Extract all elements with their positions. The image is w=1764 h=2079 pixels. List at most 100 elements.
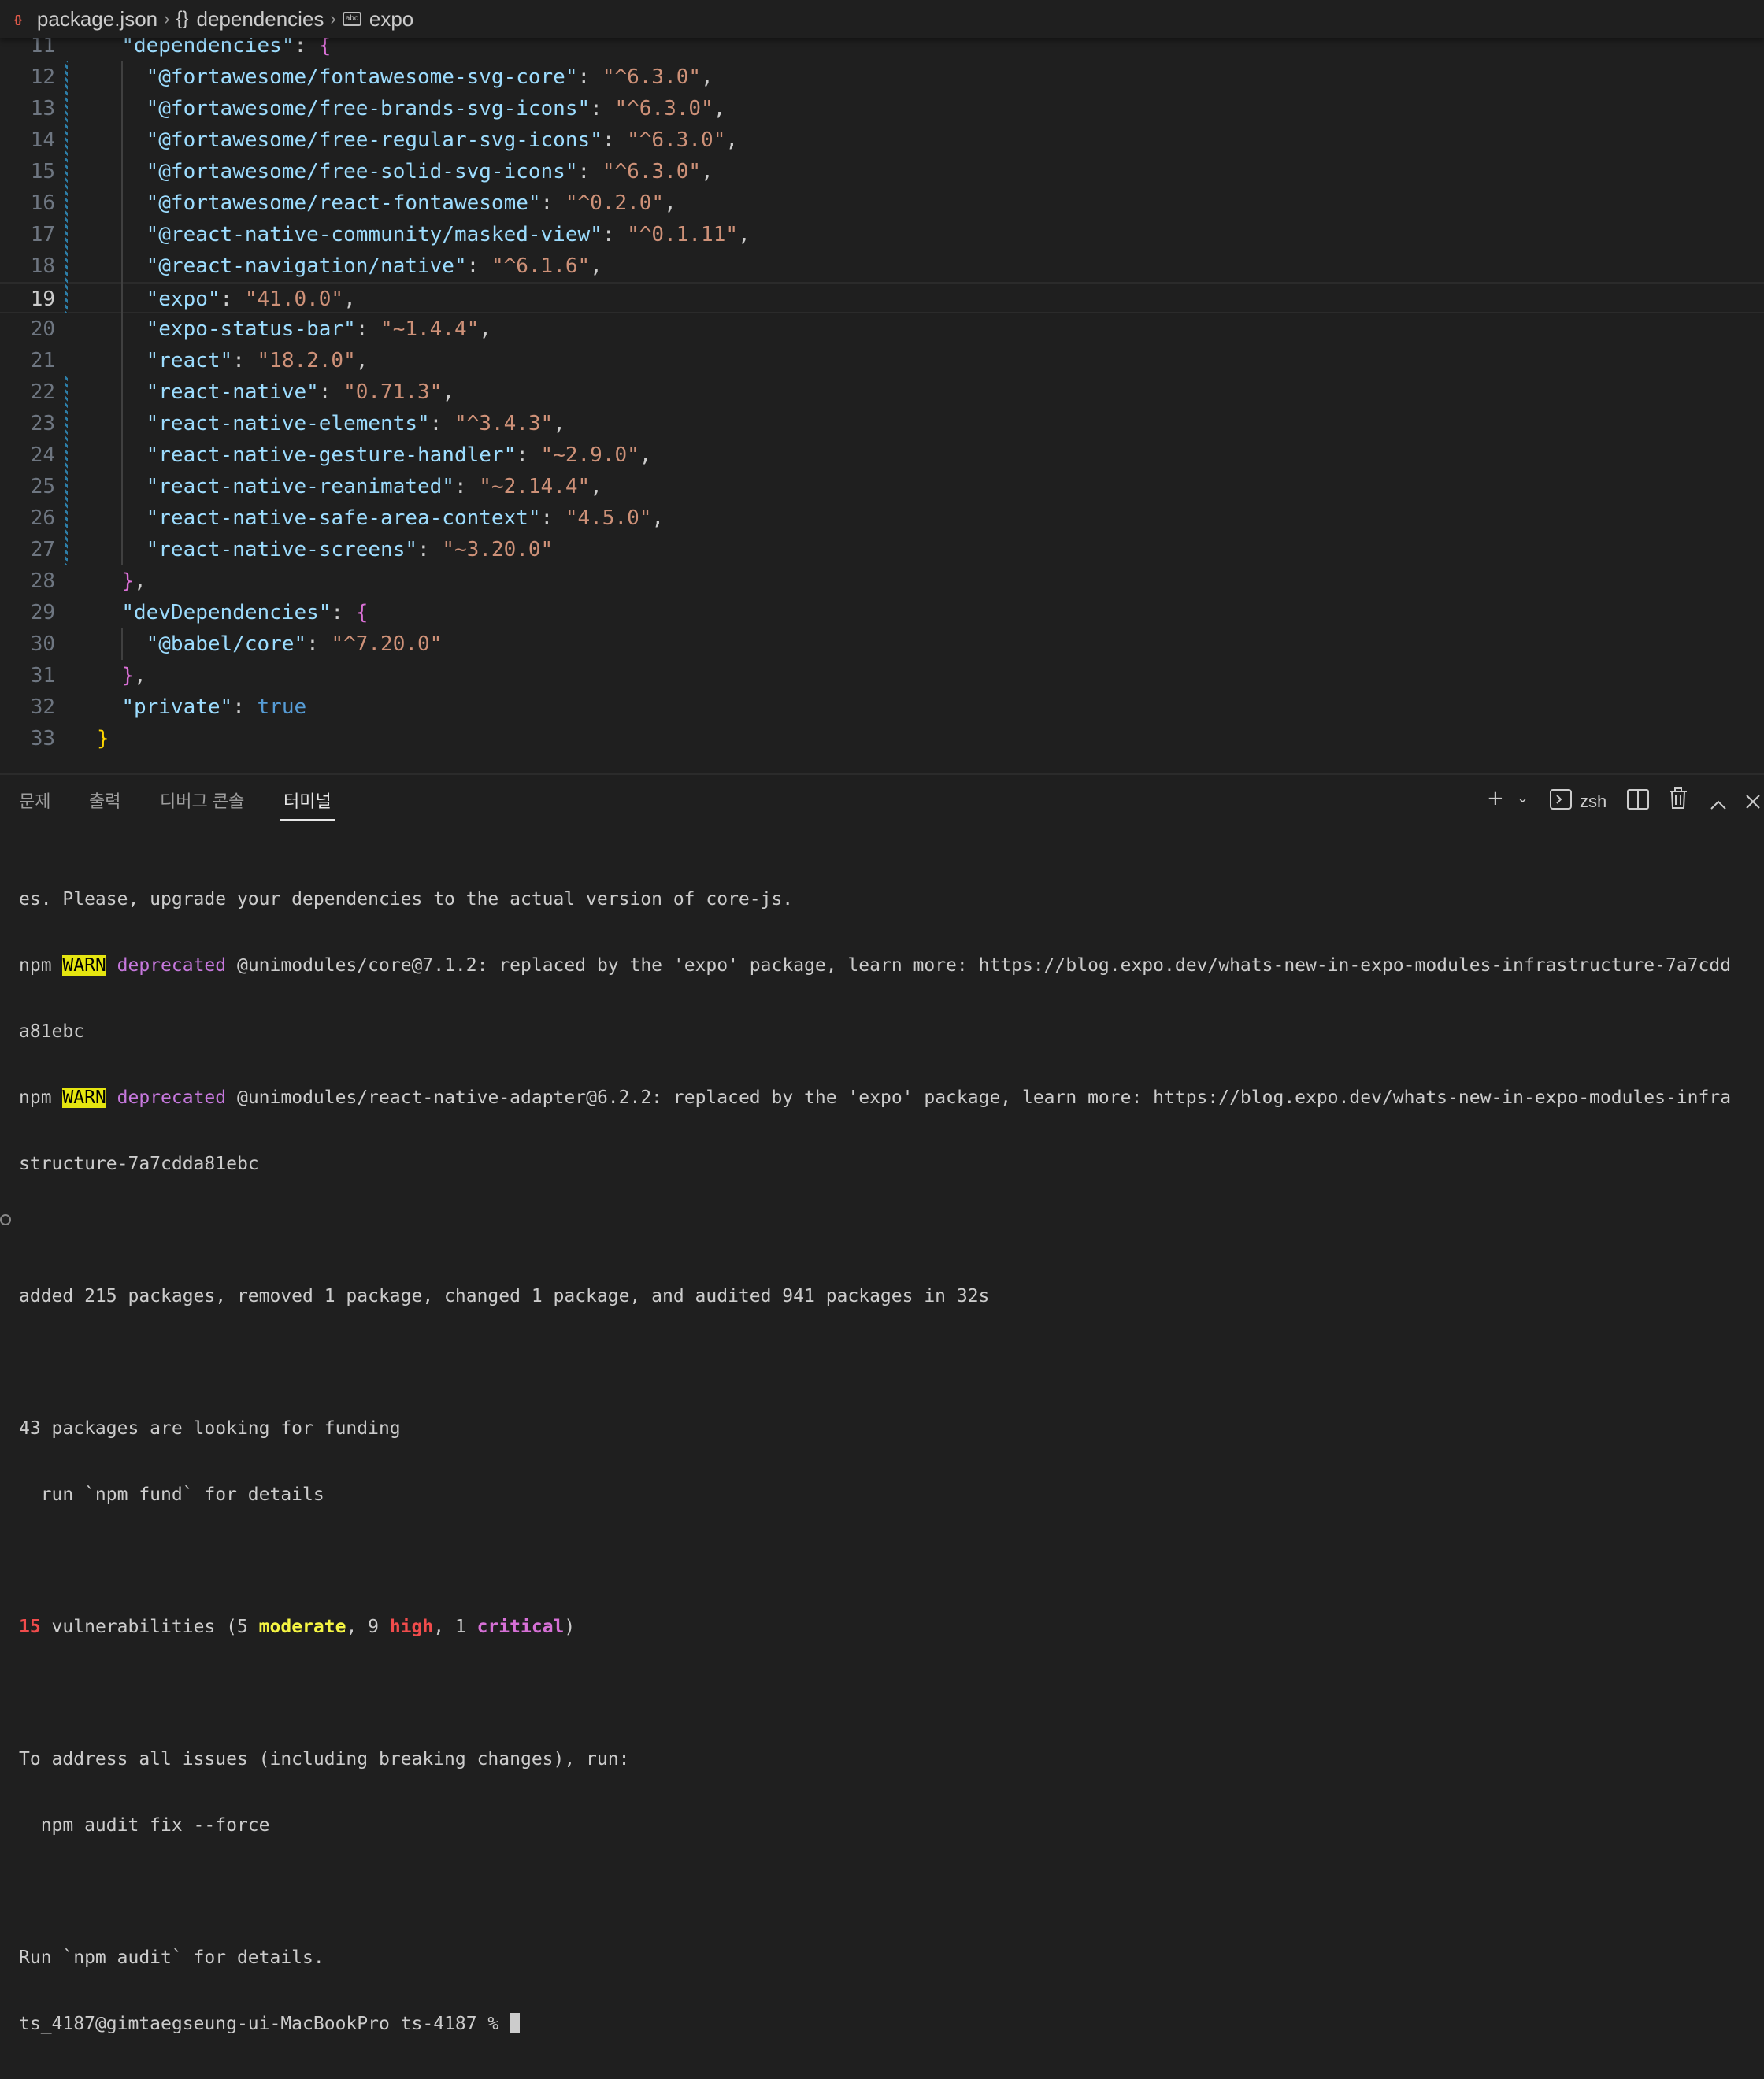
terminal-output[interactable]: es. Please, upgrade your dependencies to… [19,844,1751,2079]
git-change-marker[interactable] [65,61,68,313]
code-text: "react-native-screens": "~3.20.0" [146,538,554,561]
code-text: } [97,727,109,750]
shell-label[interactable]: zsh [1580,788,1606,816]
code-line[interactable]: 32 "private": true [0,691,1764,723]
code-text: "@fortawesome/free-regular-svg-icons": "… [146,128,739,152]
trash-icon[interactable] [1668,788,1688,817]
panel-tabs: 문제 출력 디버그 콘솔 터미널 + ⌄ zsh [0,775,1764,822]
tab-output[interactable]: 출력 [89,788,120,813]
line-number: 29 [30,601,55,624]
terminal-line: 43 packages are looking for funding [19,1418,401,1439]
code-text: }, [121,664,146,687]
code-text: "react-native-gesture-handler": "~2.9.0"… [146,443,652,467]
code-line[interactable]: 12 "@fortawesome/fontawesome-svg-core": … [0,61,1764,93]
code-text: "react-native-elements": "^3.4.3", [146,412,565,435]
code-line[interactable]: 15 "@fortawesome/free-solid-svg-icons": … [0,156,1764,187]
breadcrumb-dependencies[interactable]: dependencies [197,7,324,32]
code-line[interactable]: 14 "@fortawesome/free-regular-svg-icons"… [0,124,1764,156]
code-text: "@fortawesome/free-brands-svg-icons": "^… [146,97,726,120]
line-number: 22 [30,380,55,404]
line-number: 12 [30,65,55,89]
line-number: 25 [30,475,55,498]
terminal-line: To address all issues (including breakin… [19,1749,630,1770]
line-number: 27 [30,538,55,561]
warn-badge: WARN [62,955,106,976]
breadcrumb-expo[interactable]: expo [369,7,413,32]
tab-problems[interactable]: 문제 [19,788,50,813]
bottom-panel: 문제 출력 디버그 콘솔 터미널 + ⌄ zsh es. Please, upg… [0,773,1764,2034]
line-number: 17 [30,223,55,246]
cursor [510,2013,521,2033]
terminal-line: npm WARN deprecated @unimodules/core@7.1… [19,955,1732,976]
close-icon[interactable] [1745,789,1761,817]
code-text: "react-native-reanimated": "~2.14.4", [146,475,602,498]
terminal-line: npm audit fix --force [19,1815,270,1836]
code-line[interactable]: 30 "@babel/core": "^7.20.0" [0,628,1764,660]
terminal-line: added 215 packages, removed 1 package, c… [19,1286,990,1306]
terminal-icon[interactable] [1550,789,1572,817]
chevron-right-icon: › [330,9,336,28]
json-file-icon: {} [14,13,22,25]
line-number: 18 [30,254,55,278]
code-line[interactable]: 21 "react": "18.2.0", [0,345,1764,376]
line-number: 14 [30,128,55,152]
code-line[interactable]: 18 "@react-navigation/native": "^6.1.6", [0,250,1764,282]
line-number: 32 [30,695,55,719]
warn-badge: WARN [62,1088,106,1108]
line-number: 16 [30,191,55,215]
code-text: "@babel/core": "^7.20.0" [146,632,443,656]
code-text: "devDependencies": { [121,601,369,624]
code-editor[interactable]: 11 "dependencies": {12 "@fortawesome/fon… [0,32,1764,773]
terminal-line: Run `npm audit` for details. [19,1947,324,1968]
breadcrumb: {} package.json › {} dependencies › abc … [0,0,1764,38]
terminal-prompt[interactable]: ts_4187@gimtaegseung-ui-MacBookPro ts-41… [19,2013,1751,2035]
line-number: 19 [30,287,55,311]
code-text: "react": "18.2.0", [146,349,369,372]
code-line[interactable]: 13 "@fortawesome/free-brands-svg-icons":… [0,93,1764,124]
terminal-line: run `npm fund` for details [19,1484,324,1505]
object-icon: {} [176,8,189,29]
chevron-down-icon[interactable]: ⌄ [1517,784,1529,813]
line-number: 28 [30,569,55,593]
code-text: "react-native": "0.71.3", [146,380,454,404]
tab-debug-console[interactable]: 디버그 콘솔 [160,788,244,813]
code-line[interactable]: 27 "react-native-screens": "~3.20.0" [0,534,1764,565]
line-number: 26 [30,506,55,530]
code-text: "@react-native-community/masked-view": "… [146,223,750,246]
indent-guide [121,61,123,565]
chevron-right-icon: › [164,9,170,28]
code-line[interactable]: 22 "react-native": "0.71.3", [0,376,1764,408]
code-line[interactable]: 24 "react-native-gesture-handler": "~2.9… [0,439,1764,471]
terminal-line: 15 vulnerabilities (5 moderate, 9 high, … [19,1617,576,1637]
line-number: 20 [30,317,55,341]
code-text: }, [121,569,146,593]
string-icon: abc [342,12,361,26]
code-line[interactable]: 31 }, [0,660,1764,691]
code-line[interactable]: 28 }, [0,565,1764,597]
code-line[interactable]: 19 "expo": "41.0.0", [0,282,1764,313]
code-line[interactable]: 23 "react-native-elements": "^3.4.3", [0,408,1764,439]
line-number: 13 [30,97,55,120]
code-line[interactable]: 33} [0,723,1764,754]
line-number: 15 [30,160,55,183]
code-line[interactable]: 26 "react-native-safe-area-context": "4.… [0,502,1764,534]
code-text: "private": true [121,695,307,719]
split-icon[interactable] [1627,789,1649,817]
plus-icon[interactable]: + [1487,784,1504,813]
code-text: "@react-navigation/native": "^6.1.6", [146,254,602,278]
code-line[interactable]: 16 "@fortawesome/react-fontawesome": "^0… [0,187,1764,219]
line-number: 30 [30,632,55,656]
code-line[interactable]: 29 "devDependencies": { [0,597,1764,628]
terminal-line: structure-7a7cdda81ebc [19,1154,259,1174]
code-text: "@fortawesome/free-solid-svg-icons": "^6… [146,160,713,183]
tab-terminal[interactable]: 터미널 [280,788,335,821]
line-number: 21 [30,349,55,372]
terminal-line: es. Please, upgrade your dependencies to… [19,889,794,910]
git-change-marker[interactable] [65,376,68,565]
code-line[interactable]: 17 "@react-native-community/masked-view"… [0,219,1764,250]
breadcrumb-file[interactable]: package.json [37,7,158,32]
code-text: "@fortawesome/react-fontawesome": "^0.2.… [146,191,676,215]
code-line[interactable]: 25 "react-native-reanimated": "~2.14.4", [0,471,1764,502]
chevron-up-icon[interactable] [1709,791,1728,819]
code-line[interactable]: 20 "expo-status-bar": "~1.4.4", [0,313,1764,345]
